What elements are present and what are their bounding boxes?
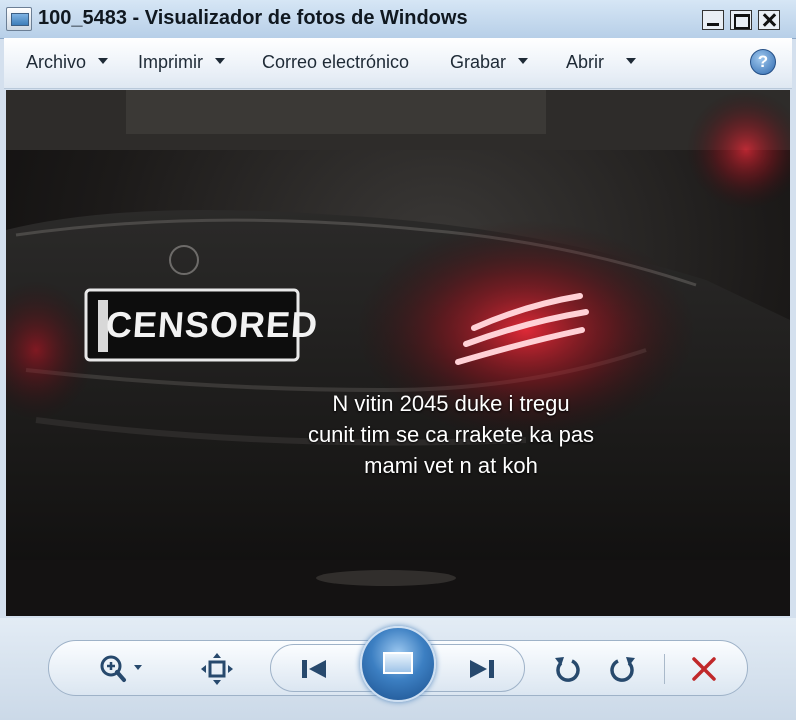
menu-archivo-label: Archivo xyxy=(26,52,87,72)
next-icon[interactable] xyxy=(466,656,498,682)
help-icon[interactable]: ? xyxy=(750,49,776,75)
bottom-toolbar xyxy=(0,618,796,720)
previous-icon[interactable] xyxy=(298,656,330,682)
car-rear-photo xyxy=(6,90,790,616)
menu-abrir-label: Abrir xyxy=(566,52,605,72)
menu-imprimir[interactable]: Imprimir xyxy=(138,52,225,73)
zoom-icon[interactable] xyxy=(98,654,144,684)
rotate-right-icon[interactable] xyxy=(610,654,638,684)
photo-caption: N vitin 2045 duke i tregu cunit tim se c… xyxy=(266,388,636,481)
chevron-down-icon xyxy=(215,58,225,65)
close-window-button[interactable] xyxy=(758,10,780,30)
photo-viewer-app-icon xyxy=(6,7,32,31)
menu-imprimir-label: Imprimir xyxy=(138,52,203,72)
license-plate-text: CENSORED xyxy=(104,304,320,345)
menu-bar: Archivo Imprimir Correo electrónico Grab… xyxy=(4,38,792,89)
slideshow-screen-glyph xyxy=(383,652,413,674)
toolbar-divider xyxy=(664,654,665,684)
actual-size-icon[interactable] xyxy=(200,652,234,686)
minimize-button[interactable] xyxy=(702,10,724,30)
chevron-down-icon xyxy=(626,58,637,65)
delete-icon[interactable] xyxy=(690,655,718,683)
caption-line: cunit tim se ca rrakete ka pas xyxy=(307,422,595,447)
maximize-button[interactable] xyxy=(730,10,752,30)
slideshow-icon[interactable] xyxy=(360,626,436,702)
chevron-down-icon xyxy=(98,58,109,65)
rotate-left-icon[interactable] xyxy=(552,654,580,684)
menu-grabar-label: Grabar xyxy=(450,52,507,72)
title-bar: 100_5483 - Visualizador de fotos de Wind… xyxy=(0,0,796,39)
menu-archivo[interactable]: Archivo xyxy=(26,52,109,73)
photo-display: CENSORED N vitin 2045 duke i tregu cunit… xyxy=(6,90,790,616)
caption-line: mami vet n at koh xyxy=(364,453,538,478)
chevron-down-icon xyxy=(518,58,529,65)
caption-line: N vitin 2045 duke i tregu xyxy=(332,391,570,416)
menu-abrir[interactable]: Abrir xyxy=(566,52,637,73)
window-title: 100_5483 - Visualizador de fotos de Wind… xyxy=(38,7,468,29)
menu-grabar[interactable]: Grabar xyxy=(450,52,529,73)
menu-correo[interactable]: Correo electrónico xyxy=(262,52,409,73)
menu-correo-label: Correo electrónico xyxy=(262,52,410,72)
